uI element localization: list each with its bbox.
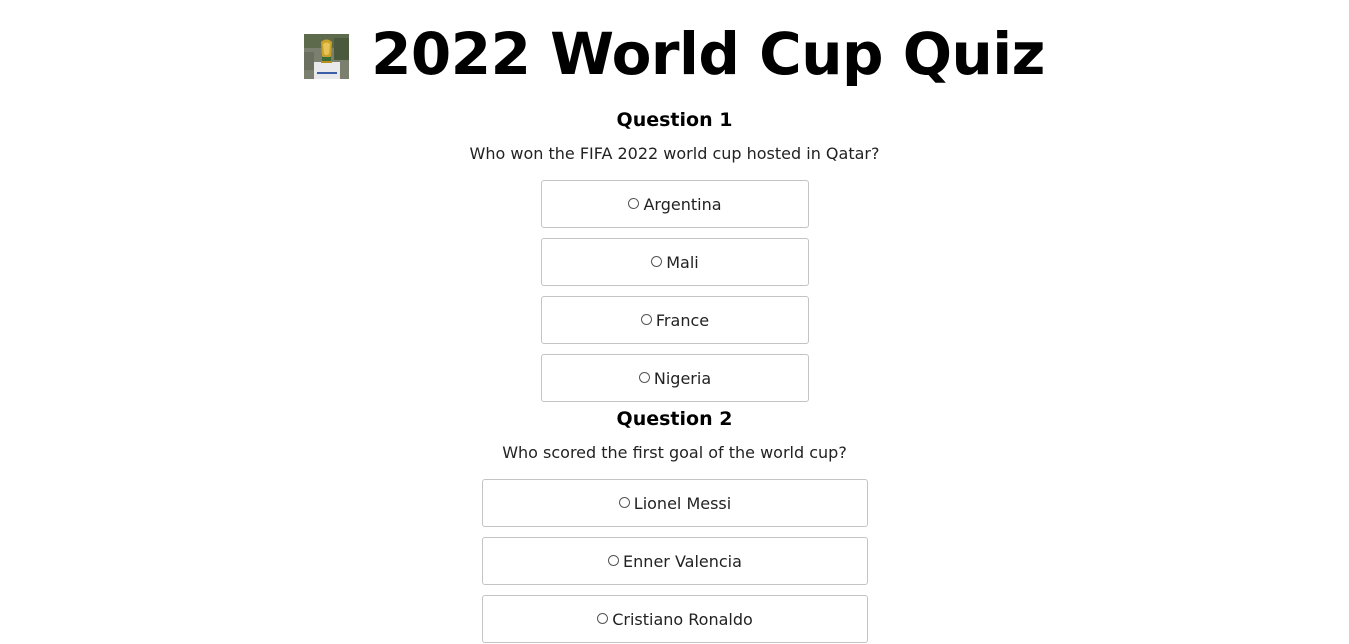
q1-option-france[interactable]: France: [541, 296, 809, 344]
quiz-header: 2022 World Cup Quiz: [0, 10, 1349, 98]
option-label: Lionel Messi: [633, 493, 732, 513]
question-1-text: Who won the FIFA 2022 world cup hosted i…: [469, 144, 880, 163]
radio-button[interactable]: [651, 255, 663, 267]
world-cup-trophy-image: [304, 33, 350, 79]
radio-button[interactable]: [628, 197, 640, 209]
radio-button[interactable]: [638, 371, 650, 383]
question-2-heading: Question 2: [616, 408, 733, 430]
q2-option-enner-valencia[interactable]: Enner Valencia: [482, 537, 868, 585]
radio-button[interactable]: [618, 496, 630, 508]
question-1-heading: Question 1: [616, 109, 733, 131]
option-label: Enner Valencia: [623, 551, 742, 571]
q1-option-argentina[interactable]: Argentina: [541, 180, 809, 228]
quiz-page: 2022 World Cup Quiz Question 1 Who won t…: [0, 0, 1349, 644]
option-label: Cristiano Ronaldo: [612, 609, 753, 629]
radio-button[interactable]: [608, 554, 620, 566]
question-2-text: Who scored the first goal of the world c…: [502, 443, 847, 462]
q2-option-cristiano-ronaldo[interactable]: Cristiano Ronaldo: [482, 595, 868, 643]
option-label: Argentina: [643, 194, 722, 214]
q1-option-nigeria[interactable]: Nigeria: [541, 354, 809, 402]
option-label: France: [655, 310, 710, 330]
radio-button[interactable]: [597, 612, 609, 624]
option-label: Nigeria: [653, 368, 712, 388]
option-label: Mali: [666, 252, 699, 272]
q2-option-lionel-messi[interactable]: Lionel Messi: [482, 479, 868, 527]
radio-button[interactable]: [640, 313, 652, 325]
q1-option-mali[interactable]: Mali: [541, 238, 809, 286]
page-title: 2022 World Cup Quiz: [371, 20, 1045, 88]
